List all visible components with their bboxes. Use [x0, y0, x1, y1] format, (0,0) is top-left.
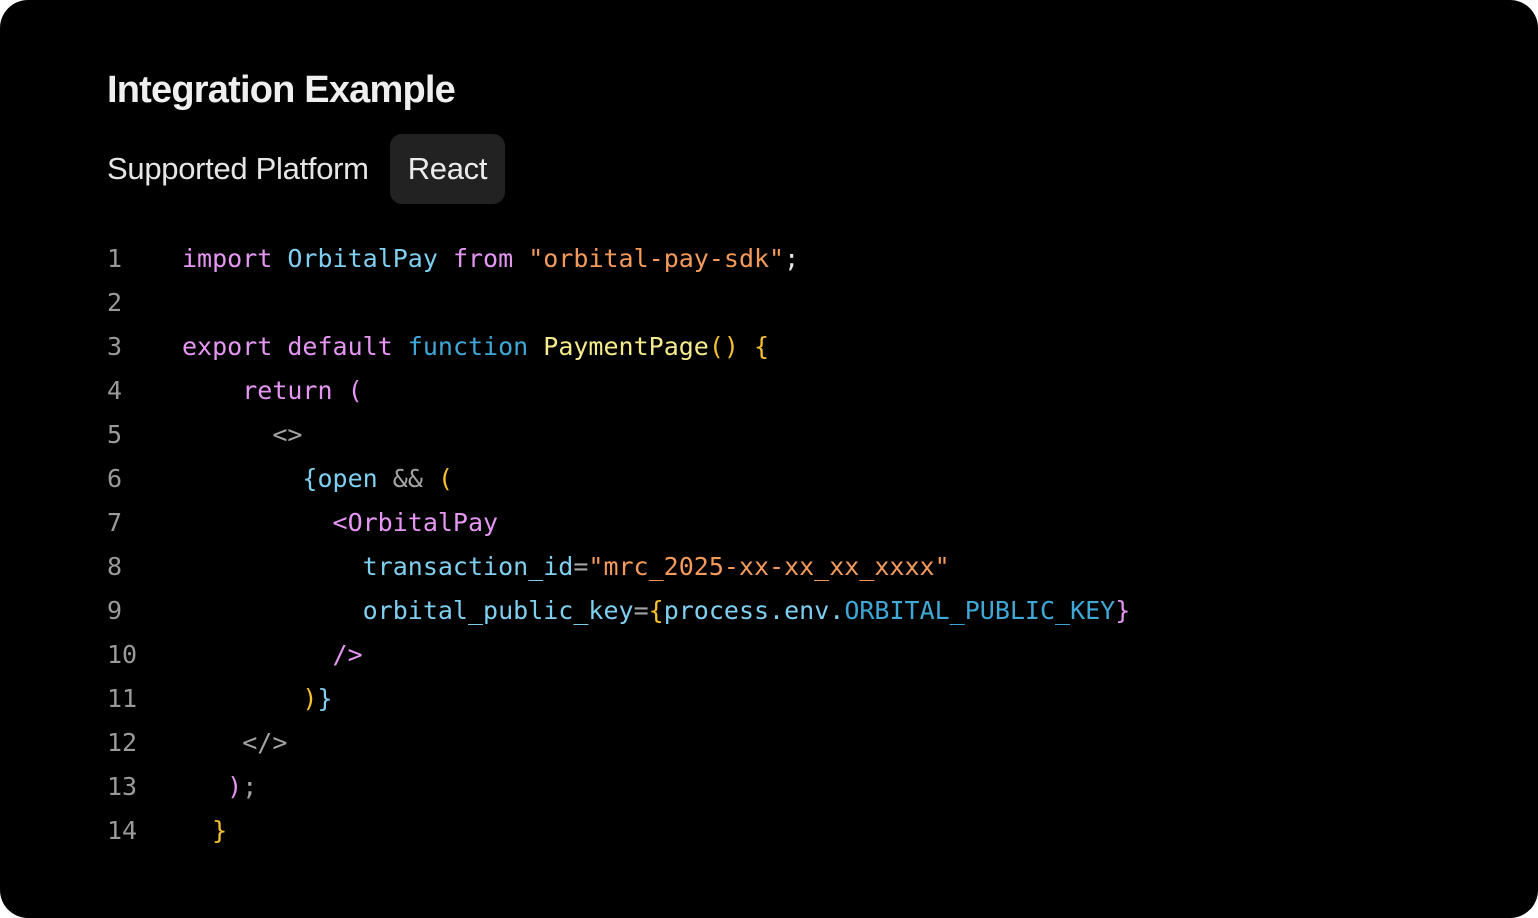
code-content: transaction_id="mrc_2025-xx-xx_xx_xxxx"	[182, 545, 950, 589]
punctuation: }	[317, 684, 333, 713]
code-line: 6 {open && (	[107, 457, 1130, 501]
operator: =	[633, 596, 649, 625]
platform-label: Supported Platform	[107, 151, 369, 186]
string-literal: "orbital-pay-sdk"	[528, 244, 785, 273]
line-number: 10	[107, 640, 138, 669]
identifier: open	[317, 464, 378, 493]
punctuation: }	[212, 816, 228, 845]
code-content: {open && (	[182, 457, 453, 501]
jsx-self-close: />	[332, 640, 363, 669]
punctuation: ;	[242, 772, 258, 801]
line-number: 2	[107, 288, 123, 317]
jsx-tag: <OrbitalPay	[332, 508, 499, 537]
code-content: )}	[182, 677, 333, 721]
code-line: 10 />	[107, 633, 1130, 677]
page-title: Integration Example	[107, 69, 456, 111]
keyword-import: import	[182, 244, 273, 273]
line-number: 13	[107, 772, 138, 801]
code-content: return (	[182, 369, 363, 413]
line-number: 6	[107, 464, 123, 493]
operator: &&	[392, 464, 423, 493]
keyword-return: return	[242, 376, 333, 405]
integration-card: Integration Example Supported Platform R…	[0, 0, 1538, 918]
punctuation: (	[437, 464, 453, 493]
keyword-export: export	[182, 332, 273, 361]
code-line: 7 <OrbitalPay	[107, 501, 1130, 545]
line-number: 11	[107, 684, 138, 713]
jsx-fragment-open: <>	[272, 420, 303, 449]
code-line: 8 transaction_id="mrc_2025-xx-xx_xx_xxxx…	[107, 545, 1130, 589]
line-number: 5	[107, 420, 123, 449]
identifier: OrbitalPay	[287, 244, 438, 273]
line-number: 8	[107, 552, 123, 581]
line-number: 4	[107, 376, 123, 405]
code-content: );	[182, 765, 257, 809]
code-content: <>	[182, 413, 302, 457]
jsx-fragment-close: </>	[242, 728, 288, 757]
punctuation: )	[302, 684, 318, 713]
keyword-function: function	[407, 332, 529, 361]
punctuation: {	[302, 464, 318, 493]
code-line: 11 )}	[107, 677, 1130, 721]
platform-chip-react[interactable]: React	[389, 134, 506, 204]
string-literal: "mrc_2025-xx-xx_xx_xxxx"	[588, 552, 950, 581]
operator: =	[573, 552, 589, 581]
line-number: 9	[107, 596, 123, 625]
punctuation: {	[754, 332, 770, 361]
line-number: 12	[107, 728, 138, 757]
punctuation: ()	[708, 332, 739, 361]
expression: process.env.	[663, 596, 845, 625]
punctuation: ;	[784, 244, 800, 273]
code-line: 14 }	[107, 809, 1130, 853]
line-number: 1	[107, 244, 123, 273]
punctuation: {	[648, 596, 664, 625]
keyword-from: from	[452, 244, 514, 273]
punctuation: (	[347, 376, 363, 405]
code-line: 5 <>	[107, 413, 1130, 457]
jsx-attribute: orbital_public_key	[362, 596, 634, 625]
keyword-default: default	[287, 332, 393, 361]
code-line: 2	[107, 281, 1130, 325]
code-content: }	[182, 809, 227, 853]
jsx-attribute: transaction_id	[362, 552, 574, 581]
code-line: 9 orbital_public_key={process.env.ORBITA…	[107, 589, 1130, 633]
code-content: import OrbitalPay from "orbital-pay-sdk"…	[182, 237, 799, 281]
env-constant: ORBITAL_PUBLIC_KEY	[844, 596, 1116, 625]
punctuation: }	[1115, 596, 1131, 625]
punctuation: )	[227, 772, 243, 801]
code-content: />	[182, 633, 363, 677]
function-name: PaymentPage	[543, 332, 709, 361]
code-content: <OrbitalPay	[182, 501, 499, 545]
line-number: 7	[107, 508, 123, 537]
code-line: 3 export default function PaymentPage() …	[107, 325, 1130, 369]
line-number: 3	[107, 332, 123, 361]
code-block: 1 import OrbitalPay from "orbital-pay-sd…	[107, 237, 1130, 853]
code-content: export default function PaymentPage() {	[182, 325, 769, 369]
line-number: 14	[107, 816, 138, 845]
code-line: 12 </>	[107, 721, 1130, 765]
code-line: 13 );	[107, 765, 1130, 809]
platform-row: Supported Platform React	[107, 134, 506, 204]
code-line: 1 import OrbitalPay from "orbital-pay-sd…	[107, 237, 1130, 281]
code-line: 4 return (	[107, 369, 1130, 413]
code-content: orbital_public_key={process.env.ORBITAL_…	[182, 589, 1131, 633]
code-content: </>	[182, 721, 287, 765]
